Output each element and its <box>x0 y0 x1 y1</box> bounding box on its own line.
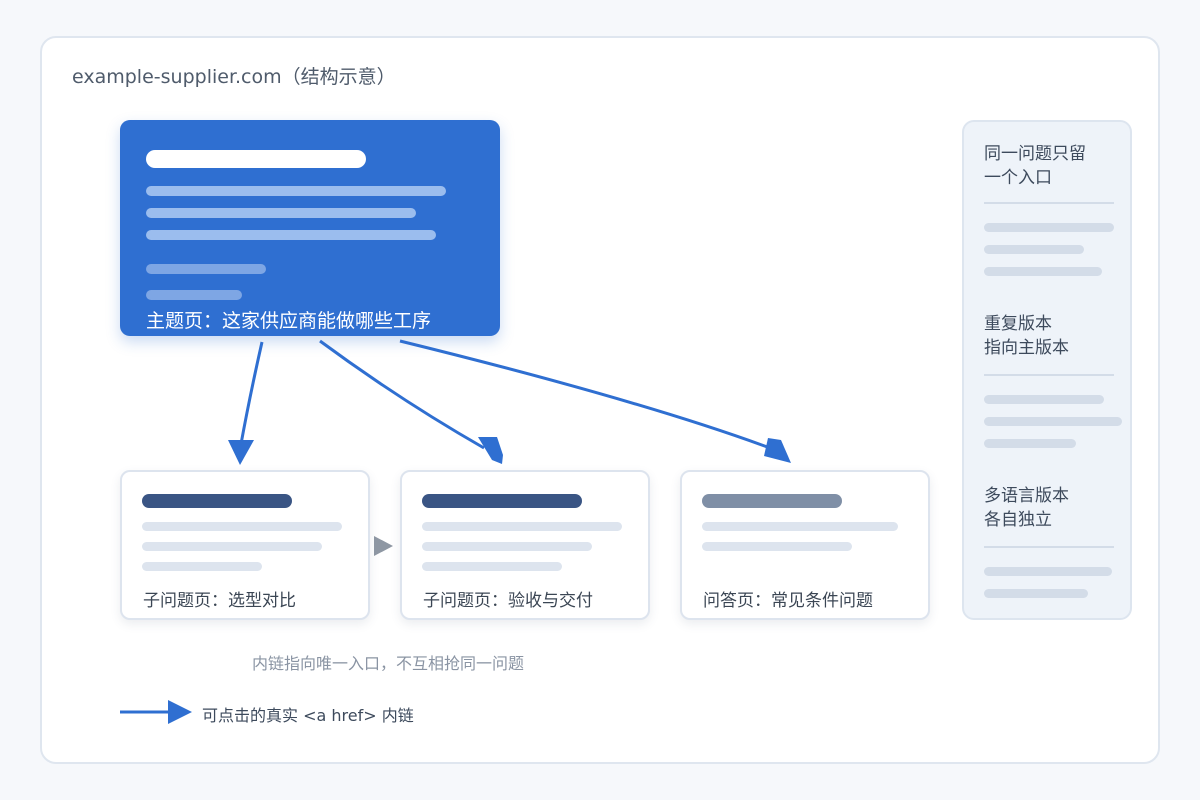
sibling-connector-icon <box>374 536 393 556</box>
link-arrow-to-qa <box>399 339 791 463</box>
link-arrows <box>120 339 791 724</box>
arrow-right-icon <box>120 700 192 724</box>
link-arrow-to-comparison <box>228 341 264 465</box>
legend-label: 可点击的真实 <a href> 内链 <box>202 706 414 725</box>
